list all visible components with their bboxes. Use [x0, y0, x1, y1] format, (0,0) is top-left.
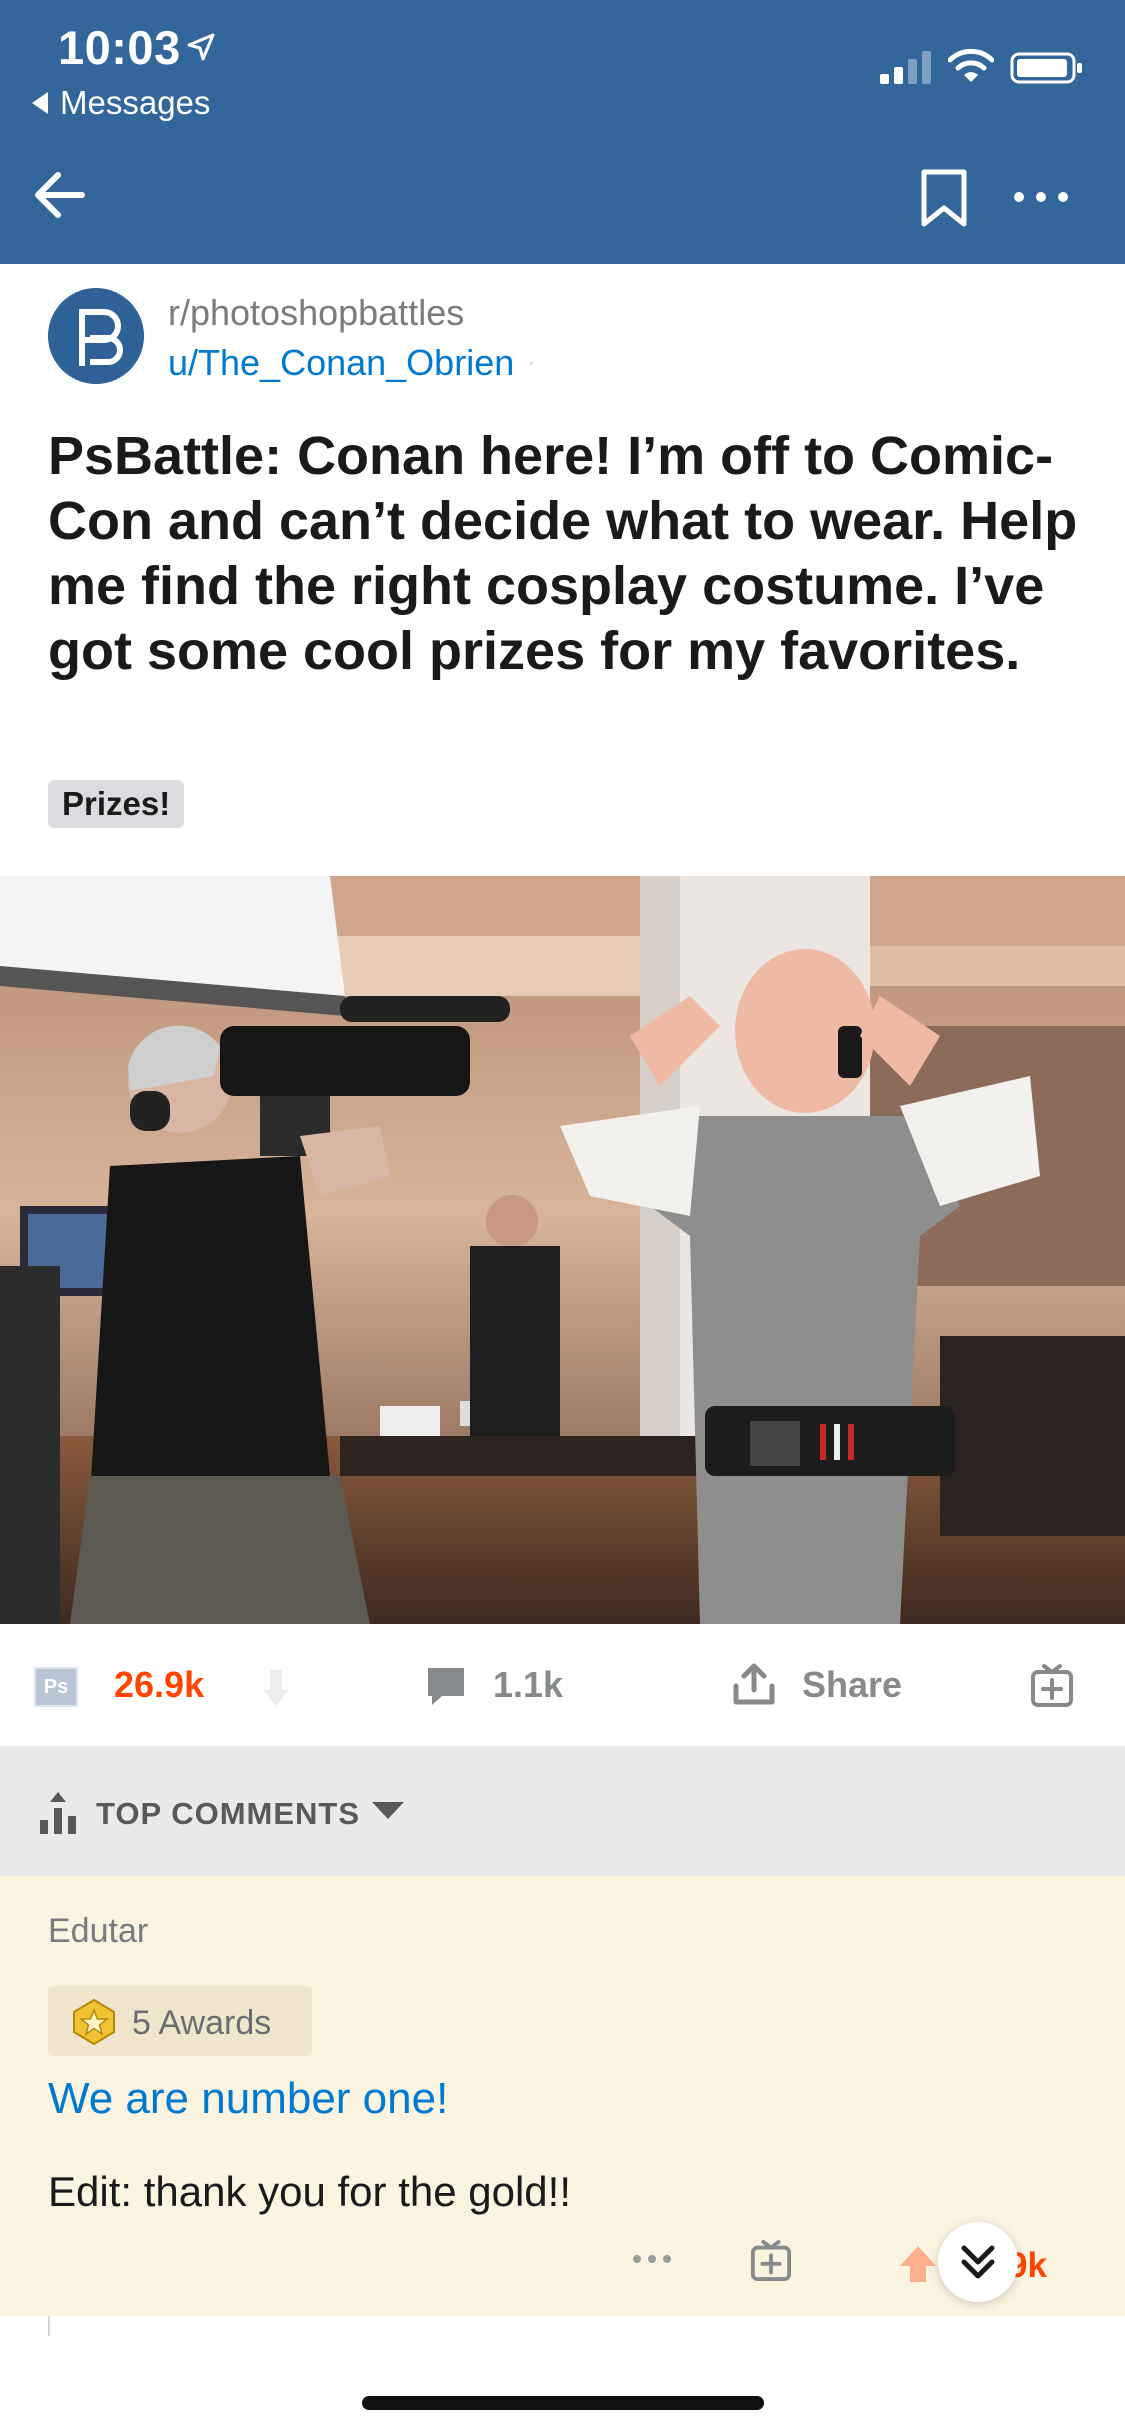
- back-to-messages-label: Messages: [60, 84, 211, 121]
- comment-link[interactable]: We are number one!: [48, 2074, 448, 2124]
- sort-label[interactable]: TOP COMMENTS: [96, 1796, 360, 1832]
- downvote-icon[interactable]: [262, 1668, 290, 1708]
- comment-gift-icon[interactable]: [750, 2238, 792, 2282]
- awards-count: 5 Awards: [132, 2004, 272, 2042]
- post-title: PsBattle: Conan here! I’m off to Comic-C…: [48, 426, 1078, 681]
- battery-icon: [1010, 52, 1082, 84]
- share-button[interactable]: Share: [802, 1664, 902, 1706]
- photoshopbattles-logo-icon: [79, 309, 123, 366]
- more-options-icon[interactable]: [1010, 180, 1072, 214]
- comment-upvote-icon[interactable]: [898, 2244, 938, 2284]
- gold-award-icon: [73, 1998, 115, 2046]
- subreddit-upvote-icon[interactable]: Ps: [34, 1667, 78, 1707]
- location-arrow-icon: [187, 33, 215, 61]
- back-arrow-icon[interactable]: [30, 166, 88, 224]
- status-time: 10:03: [58, 21, 181, 74]
- cellular-signal-icon: [880, 51, 931, 84]
- comment-body: Edit: thank you for the gold!!: [48, 2168, 571, 2215]
- post-author[interactable]: u/The_Conan_Obrien: [168, 342, 514, 384]
- sort-dropdown-caret-icon[interactable]: [372, 1802, 404, 1819]
- post-flair[interactable]: Prizes!: [48, 780, 185, 828]
- post-score: 26.9k: [114, 1664, 205, 1705]
- subreddit-name[interactable]: r/photoshopbattles: [168, 292, 464, 334]
- app-header: 10:03 Messages: [0, 0, 1125, 264]
- gift-award-icon[interactable]: [1030, 1662, 1074, 1708]
- back-triangle-icon: [32, 92, 48, 114]
- comment-count[interactable]: 1.1k: [493, 1664, 563, 1706]
- comment-icon[interactable]: [424, 1664, 468, 1708]
- next-comment-button[interactable]: [938, 2222, 1018, 2302]
- post-image[interactable]: [0, 876, 1125, 1624]
- comment-author[interactable]: Edutar: [48, 1912, 148, 1951]
- back-to-messages[interactable]: Messages: [32, 84, 210, 122]
- wifi-icon: [948, 48, 994, 82]
- author-separator: ·: [528, 352, 535, 374]
- share-icon[interactable]: [730, 1660, 778, 1708]
- comment-thread-line: [48, 2316, 50, 2336]
- bookmark-icon[interactable]: [918, 168, 970, 230]
- comment-more-icon[interactable]: [632, 2252, 672, 2266]
- top-sort-icon: [40, 1792, 76, 1834]
- subreddit-avatar[interactable]: [48, 288, 144, 384]
- home-indicator[interactable]: [362, 2396, 764, 2410]
- double-chevron-down-icon: [961, 2245, 995, 2279]
